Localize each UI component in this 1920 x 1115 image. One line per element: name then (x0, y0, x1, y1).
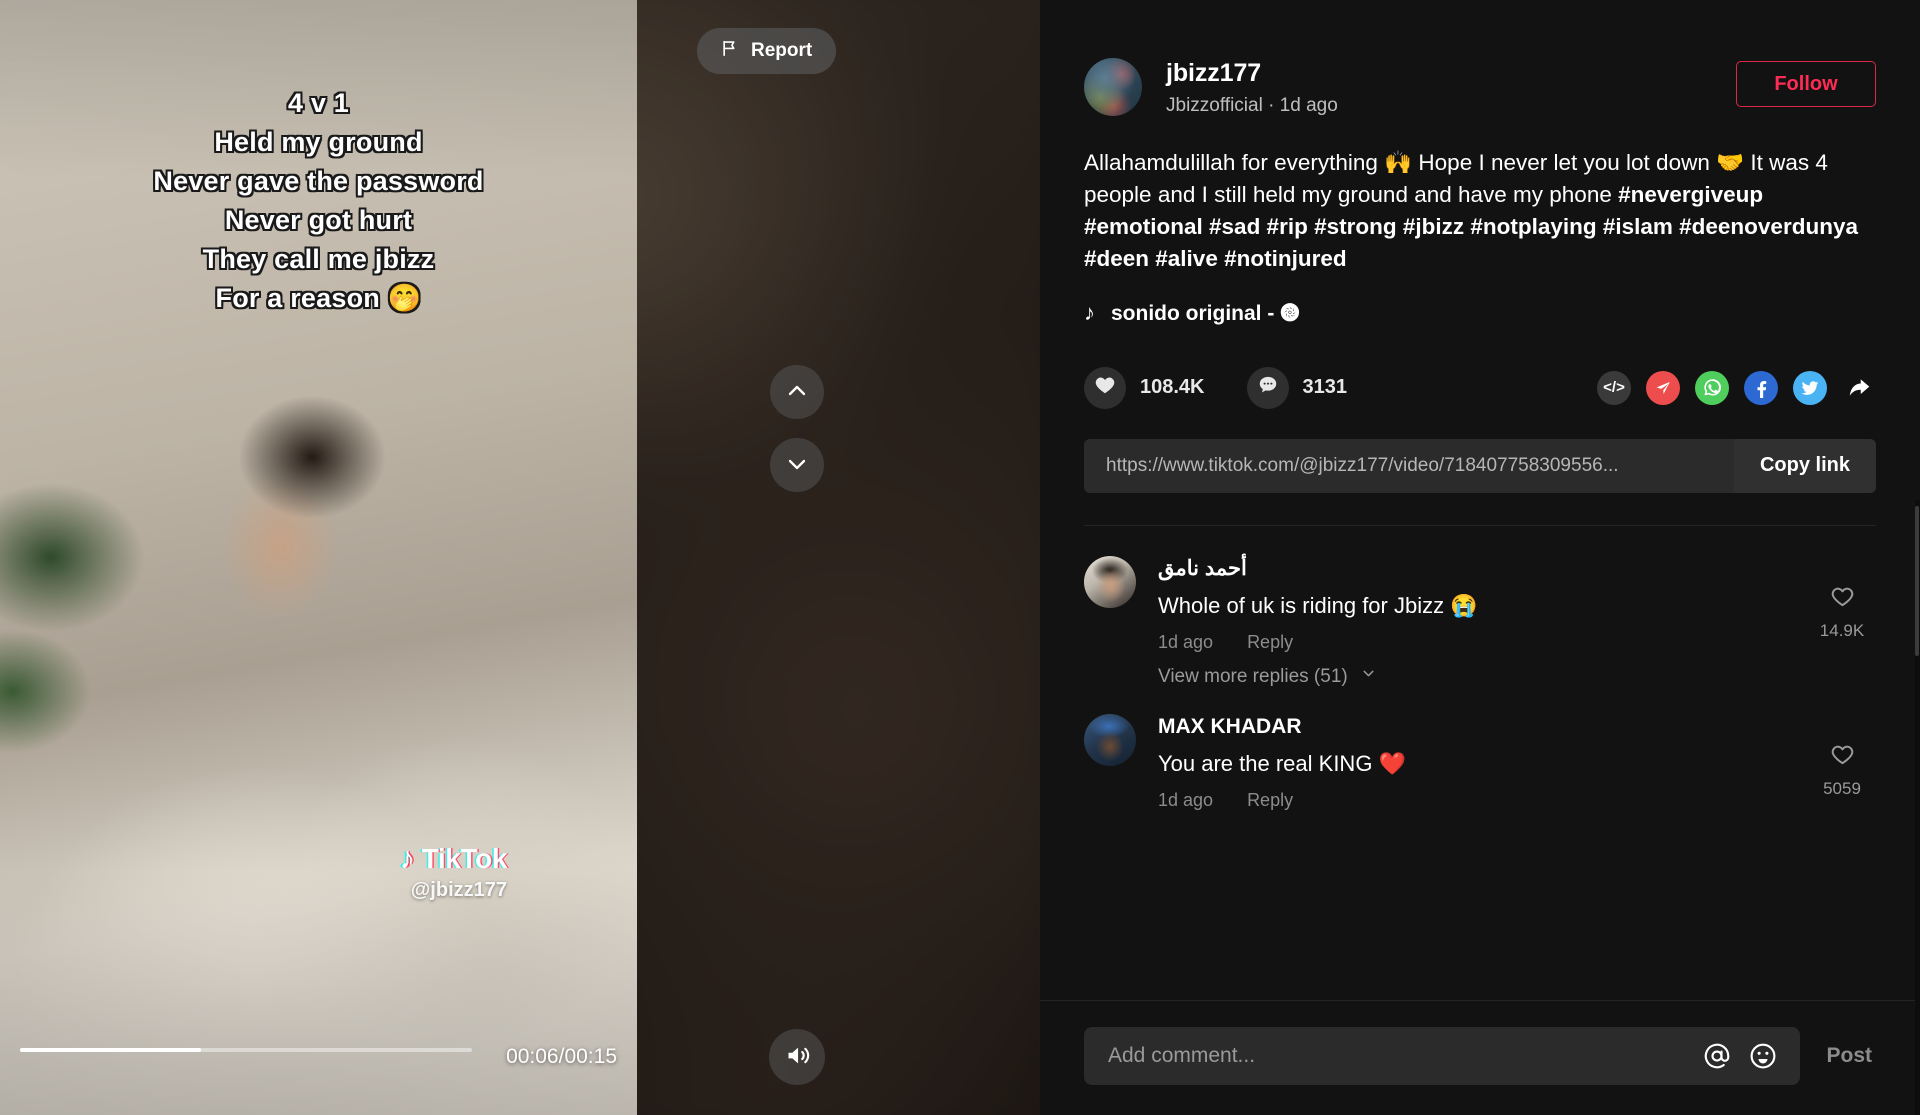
heart-outline-icon[interactable] (1830, 742, 1855, 772)
music-note-icon: ♪ (1084, 299, 1095, 325)
like-button[interactable] (1084, 366, 1126, 409)
author-username[interactable]: jbizz177 (1166, 59, 1712, 88)
comment-composer: Post (1040, 1000, 1920, 1115)
video-player[interactable]: 4 v 1 Held my ground Never gave the pass… (0, 0, 637, 1115)
follow-button[interactable]: Follow (1736, 61, 1876, 107)
volume-button[interactable] (769, 1029, 825, 1085)
comment-like-group: 5059 (1808, 714, 1876, 811)
heart-outline-icon[interactable] (1830, 584, 1855, 614)
whatsapp-icon[interactable] (1695, 370, 1729, 405)
twitter-icon[interactable] (1793, 370, 1827, 405)
comment-reply-button[interactable]: Reply (1247, 790, 1293, 811)
comment-item: MAX KHADAR You are the real KING ❤️ 1d a… (1084, 714, 1876, 811)
engagement-row: 108.4K 3131 </> (1084, 366, 1876, 409)
comment-time: 1d ago (1158, 632, 1214, 652)
sound-link[interactable]: ♪ sonido original - 𖣐 (1084, 299, 1876, 327)
comment-button[interactable] (1246, 366, 1289, 409)
comment-bubble-icon (1257, 374, 1279, 401)
post-caption: Allahamdulillah for everything 🙌 Hope I … (1084, 147, 1876, 275)
at-mention-icon[interactable] (1702, 1041, 1732, 1071)
embed-code-icon[interactable]: </> (1597, 370, 1631, 405)
comment-stat: 3131 (1246, 366, 1348, 409)
comment-like-count: 14.9K (1819, 620, 1865, 640)
emoji-smiley-icon[interactable] (1748, 1041, 1778, 1071)
comment-body: أحمد نامق Whole of uk is riding for Jbiz… (1158, 556, 1786, 653)
report-button[interactable]: Report (697, 28, 837, 74)
previous-video-button[interactable] (770, 365, 824, 419)
view-more-replies-button[interactable]: View more replies (51) (1158, 665, 1377, 688)
comment-reply-button[interactable]: Reply (1247, 632, 1293, 653)
share-row: </> (1597, 370, 1876, 405)
facebook-icon[interactable] (1744, 370, 1778, 405)
comment-like-group: 14.9K (1808, 556, 1876, 653)
commenter-avatar[interactable] (1084, 555, 1136, 608)
like-stat: 108.4K (1084, 366, 1205, 409)
report-label: Report (751, 40, 813, 61)
author-subtitle: Jbizzofficial · 1d ago (1166, 94, 1338, 116)
video-detail-panel: jbizz177 Jbizzofficial · 1d ago Follow A… (1040, 0, 1920, 1115)
speaker-on-icon (784, 1042, 811, 1072)
progress-fill (20, 1048, 201, 1052)
author-row: jbizz177 Jbizzofficial · 1d ago Follow (1084, 58, 1876, 117)
video-time-label: 00:06/00:15 (506, 1045, 617, 1068)
share-url-input[interactable] (1084, 438, 1734, 493)
chevron-down-icon (1360, 665, 1377, 688)
commenter-name[interactable]: أحمد نامق (1158, 556, 1786, 582)
send-message-icon[interactable] (1646, 370, 1680, 405)
embed-code-label: </> (1603, 379, 1625, 397)
comment-input-box[interactable] (1084, 1027, 1801, 1085)
commenter-avatar[interactable] (1084, 714, 1136, 766)
commenter-name[interactable]: MAX KHADAR (1158, 714, 1786, 740)
comment-text: You are the real KING ❤️ (1158, 751, 1406, 777)
flag-icon (721, 38, 740, 64)
panel-header: jbizz177 Jbizzofficial · 1d ago Follow A… (1040, 0, 1920, 526)
comments-scrollbar-thumb[interactable] (1915, 506, 1919, 656)
share-arrow-icon[interactable] (1842, 371, 1876, 405)
comment-item: أحمد نامق Whole of uk is riding for Jbiz… (1084, 555, 1876, 653)
comment-time: 1d ago (1158, 790, 1214, 811)
comment-like-count: 5059 (1823, 779, 1861, 798)
author-meta: jbizz177 Jbizzofficial · 1d ago (1166, 58, 1712, 117)
next-video-button[interactable] (770, 438, 824, 492)
progress-track[interactable] (20, 1048, 472, 1052)
video-vignette (0, 0, 637, 1115)
comment-text: Whole of uk is riding for Jbizz 😭 (1158, 593, 1478, 618)
chevron-down-icon (785, 452, 809, 479)
comment-body: MAX KHADAR You are the real KING ❤️ 1d a… (1158, 714, 1786, 811)
copy-link-row: Copy link (1084, 438, 1876, 493)
comment-input[interactable] (1108, 1044, 1703, 1068)
author-avatar[interactable] (1084, 58, 1142, 116)
sound-label: sonido original - 𖣐 (1111, 301, 1300, 325)
video-stage: 4 v 1 Held my ground Never gave the pass… (0, 0, 1040, 1115)
comment-meta: 1d ago Reply (1158, 790, 1786, 811)
heart-icon (1094, 374, 1116, 401)
comment-meta: 1d ago Reply (1158, 632, 1786, 653)
comment-count: 3131 (1302, 376, 1348, 399)
composer-icon-group (1702, 1041, 1778, 1071)
post-comment-button[interactable]: Post (1822, 1044, 1876, 1068)
copy-link-button[interactable]: Copy link (1733, 438, 1876, 493)
chevron-up-icon (785, 379, 809, 406)
tiktok-video-detail-page: 4 v 1 Held my ground Never gave the pass… (0, 0, 1920, 1115)
view-more-replies-label: View more replies (51) (1158, 665, 1348, 687)
comments-list[interactable]: أحمد نامق Whole of uk is riding for Jbiz… (1040, 526, 1920, 1000)
like-count: 108.4K (1140, 376, 1205, 399)
